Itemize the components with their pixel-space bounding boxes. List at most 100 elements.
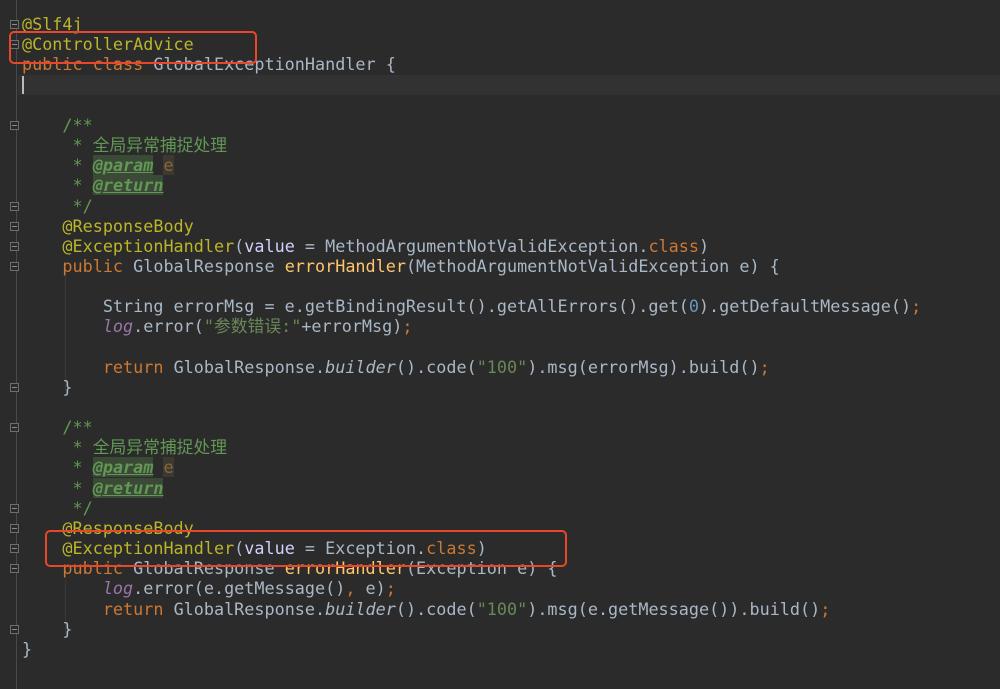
code-token-str: "参数错误:": [203, 316, 302, 337]
code-token-tx: e): [365, 578, 386, 599]
code-line[interactable]: return GlobalResponse.builder().code("10…: [22, 357, 770, 377]
fold-icon[interactable]: [10, 261, 19, 271]
code-token-tx: GlobalResponse.: [173, 356, 326, 377]
code-token-tx: +errorMsg): [301, 316, 403, 337]
code-token-cm: *: [22, 477, 93, 498]
fold-icon[interactable]: [10, 624, 19, 634]
fold-icon[interactable]: [10, 564, 19, 574]
code-line[interactable]: */: [22, 498, 93, 518]
code-token-cm: */: [22, 195, 93, 216]
gutter: [16, 0, 17, 689]
code-token-kw: ,: [345, 578, 366, 599]
fold-icon[interactable]: [10, 503, 19, 513]
code-line[interactable]: /**: [22, 417, 93, 438]
code-line[interactable]: */: [22, 196, 93, 216]
code-token-cm: [153, 457, 163, 477]
code-line[interactable]: * 全局异常捕捉处理: [22, 135, 227, 155]
code-token-tx: = MethodArgumentNotValidException.: [294, 235, 649, 256]
code-token-pref: e: [163, 457, 174, 478]
highlight-box-controller-advice: [9, 31, 257, 64]
fold-icon[interactable]: [10, 20, 19, 30]
code-token-prm: value: [244, 235, 295, 256]
fold-icon[interactable]: [10, 201, 19, 211]
code-token-cm: /**: [22, 114, 93, 135]
code-token-str: "100": [476, 598, 528, 619]
highlight-box-exception-handler: [45, 530, 567, 567]
fold-icon[interactable]: [10, 382, 19, 392]
code-token-kw: class: [648, 235, 699, 256]
code-token-tx: ).msg(e.getMessage()).build(): [527, 598, 821, 619]
code-token-kw: ;: [402, 316, 413, 337]
fold-icon[interactable]: [10, 544, 19, 554]
code-token-num: 0: [688, 296, 699, 317]
code-editor[interactable]: @Slf4j @ControllerAdvice public class Glob…: [0, 0, 1000, 689]
code-token-tx: GlobalResponse.: [173, 598, 326, 619]
code-token-tag: @param: [92, 155, 154, 176]
fold-icon[interactable]: [10, 523, 19, 533]
current-line-highlight: [18, 75, 1000, 95]
code-line[interactable]: log.error("参数错误:"+errorMsg);: [22, 316, 413, 337]
code-line[interactable]: public GlobalResponse errorHandler(Metho…: [22, 255, 780, 276]
code-token-cm: [153, 155, 163, 175]
code-token-tx: }: [22, 618, 73, 639]
code-token-it: builder: [325, 356, 396, 377]
code-token-tx: ).getDefaultMessage(): [698, 296, 912, 317]
code-line[interactable]: * @return: [22, 477, 164, 498]
code-token-tag: @param: [92, 457, 154, 478]
code-token-kw: return: [22, 356, 174, 377]
code-token-tx: ().code(: [395, 356, 477, 377]
text-caret: [22, 76, 24, 94]
code-token-kw: ;: [759, 356, 770, 377]
code-token-kw: ;: [911, 296, 922, 317]
code-token-it: builder: [325, 598, 396, 619]
code-token-tx: }: [22, 638, 33, 659]
code-token-kw: ;: [820, 598, 831, 619]
code-line[interactable]: @ResponseBody: [22, 215, 194, 236]
code-token-tx: .error(e.getMessage(): [133, 578, 346, 599]
code-line[interactable]: * @return: [22, 175, 164, 196]
code-token-cm: /**: [22, 417, 93, 438]
code-token-cm: * 全局异常捕捉处理: [22, 135, 227, 156]
code-token-tx: String errorMsg = e.getBindingResult().g…: [22, 296, 689, 317]
code-token-tx: (: [234, 235, 245, 256]
fold-icon[interactable]: [10, 423, 19, 433]
code-token-pref: e: [163, 155, 174, 176]
code-line[interactable]: String errorMsg = e.getBindingResult().g…: [22, 296, 921, 316]
code-token-log: log: [22, 316, 134, 337]
code-token-tx: ().code(: [395, 598, 477, 619]
code-line[interactable]: * 全局异常捕捉处理: [22, 437, 227, 457]
code-token-str: "100": [476, 356, 528, 377]
code-line[interactable]: /**: [22, 114, 93, 135]
code-token-ann: @ExceptionHandler: [22, 235, 235, 256]
code-token-cm: *: [22, 457, 93, 478]
code-token-tag: @return: [92, 175, 164, 196]
code-token-tx: GlobalResponse: [133, 255, 285, 276]
code-token-cm: *: [22, 175, 93, 196]
code-token-kw: ;: [385, 578, 396, 599]
fold-icon[interactable]: [10, 241, 19, 251]
code-token-kw: return: [22, 598, 174, 619]
code-token-kw: public: [22, 255, 134, 276]
code-line[interactable]: }: [22, 618, 73, 639]
code-token-tx: ).msg(errorMsg).build(): [527, 356, 760, 377]
code-token-ann: @ResponseBody: [22, 215, 194, 236]
code-token-fn: errorHandler: [284, 255, 406, 276]
code-line[interactable]: return GlobalResponse.builder().code("10…: [22, 598, 831, 619]
code-token-cm: */: [22, 497, 93, 518]
code-line[interactable]: }: [22, 376, 73, 397]
code-token-tx: }: [22, 376, 73, 397]
code-token-log: log: [22, 578, 134, 599]
fold-icon[interactable]: [10, 120, 19, 130]
code-line[interactable]: * @param e: [22, 155, 174, 176]
code-token-tx: .error(: [133, 316, 204, 337]
code-token-tx: ): [698, 235, 710, 256]
code-token-tag: @return: [92, 477, 164, 498]
code-token-cm: * 全局异常捕捉处理: [22, 437, 227, 458]
code-line[interactable]: log.error(e.getMessage(), e);: [22, 578, 396, 598]
code-line[interactable]: @ExceptionHandler(value = MethodArgument…: [22, 236, 709, 256]
code-line[interactable]: }: [22, 639, 32, 659]
code-token-tx: (MethodArgumentNotValidException e) {: [405, 255, 780, 276]
fold-icon[interactable]: [10, 221, 19, 231]
code-token-cm: *: [22, 155, 93, 176]
code-line[interactable]: * @param e: [22, 457, 174, 478]
